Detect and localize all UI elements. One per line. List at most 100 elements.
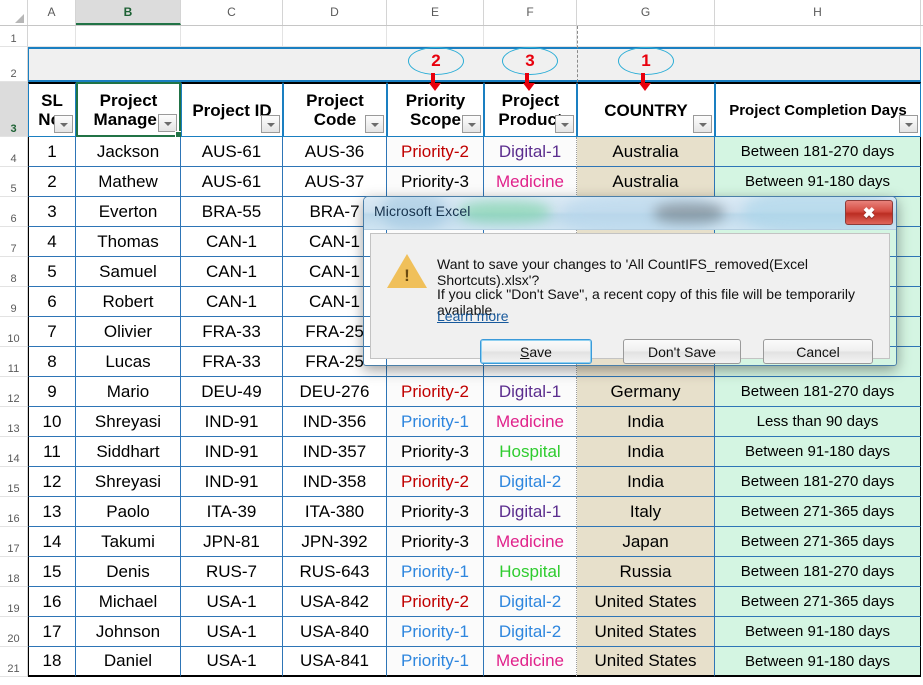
filter-dropdown-icon[interactable] — [899, 115, 918, 133]
table-cell-sl[interactable]: 3 — [28, 197, 76, 227]
table-cell-project-code[interactable]: RUS-643 — [283, 557, 387, 587]
empty-cell[interactable] — [283, 26, 387, 47]
table-cell-sl[interactable]: 6 — [28, 287, 76, 317]
table-cell-manager[interactable]: Thomas — [76, 227, 181, 257]
table-cell-project-id[interactable]: FRA-33 — [181, 347, 283, 377]
table-cell-manager[interactable]: Takumi — [76, 527, 181, 557]
table-cell-project-id[interactable]: ITA-39 — [181, 497, 283, 527]
row-header-7[interactable]: 7 — [0, 227, 28, 257]
table-cell-product[interactable]: Digital-1 — [484, 497, 577, 527]
table-cell-priority[interactable]: Priority-3 — [387, 497, 484, 527]
table-cell-priority[interactable]: Priority-3 — [387, 167, 484, 197]
table-cell-product[interactable]: Hospital — [484, 437, 577, 467]
table-cell-product[interactable]: Digital-1 — [484, 137, 577, 167]
table-cell-sl[interactable]: 13 — [28, 497, 76, 527]
empty-cell[interactable] — [28, 26, 76, 47]
dialog-title-bar[interactable]: Microsoft Excel ✖ — [364, 197, 896, 230]
table-cell-product[interactable]: Digital-2 — [484, 617, 577, 647]
empty-cell[interactable] — [181, 26, 283, 47]
table-cell-sl[interactable]: 2 — [28, 167, 76, 197]
table-cell-project-id[interactable]: JPN-81 — [181, 527, 283, 557]
table-cell-project-id[interactable]: RUS-7 — [181, 557, 283, 587]
column-header-c[interactable]: C — [181, 0, 283, 25]
table-cell-country[interactable]: Italy — [577, 497, 715, 527]
table-cell-project-code[interactable]: IND-358 — [283, 467, 387, 497]
table-cell-priority[interactable]: Priority-1 — [387, 407, 484, 437]
table-cell-manager[interactable]: Robert — [76, 287, 181, 317]
table-cell-project-code[interactable]: USA-842 — [283, 587, 387, 617]
table-cell-manager[interactable]: Olivier — [76, 317, 181, 347]
table-cell-sl[interactable]: 10 — [28, 407, 76, 437]
table-cell-country[interactable]: United States — [577, 587, 715, 617]
row-header-21[interactable]: 21 — [0, 647, 28, 677]
table-cell-sl[interactable]: 4 — [28, 227, 76, 257]
table-cell-manager[interactable]: Siddhart — [76, 437, 181, 467]
empty-cell[interactable] — [484, 26, 577, 47]
table-cell-manager[interactable]: Lucas — [76, 347, 181, 377]
table-cell-days[interactable]: Less than 90 days — [715, 407, 921, 437]
row-header-17[interactable]: 17 — [0, 527, 28, 557]
table-cell-manager[interactable]: Michael — [76, 587, 181, 617]
table-cell-sl[interactable]: 15 — [28, 557, 76, 587]
column-header-a[interactable]: A — [28, 0, 76, 25]
table-cell-product[interactable]: Hospital — [484, 557, 577, 587]
column-header-e[interactable]: E — [387, 0, 484, 25]
table-cell-country[interactable]: India — [577, 407, 715, 437]
row-header-5[interactable]: 5 — [0, 167, 28, 197]
empty-cell[interactable] — [387, 26, 484, 47]
table-cell-sl[interactable]: 1 — [28, 137, 76, 167]
column-header-g[interactable]: G — [577, 0, 715, 25]
table-cell-country[interactable]: United States — [577, 647, 715, 677]
dialog-button-cancel[interactable]: Cancel — [763, 339, 873, 364]
table-cell-project-code[interactable]: IND-356 — [283, 407, 387, 437]
empty-cell[interactable] — [76, 26, 181, 47]
filter-dropdown-icon[interactable] — [261, 115, 280, 133]
selected-row-band[interactable] — [28, 47, 921, 82]
filter-dropdown-icon[interactable] — [158, 114, 177, 132]
table-cell-product[interactable]: Medicine — [484, 647, 577, 677]
row-header-10[interactable]: 10 — [0, 317, 28, 347]
table-cell-priority[interactable]: Priority-3 — [387, 527, 484, 557]
table-cell-project-id[interactable]: IND-91 — [181, 407, 283, 437]
table-cell-sl[interactable]: 17 — [28, 617, 76, 647]
table-cell-manager[interactable]: Paolo — [76, 497, 181, 527]
column-header-h[interactable]: H — [715, 0, 921, 25]
table-cell-priority[interactable]: Priority-3 — [387, 437, 484, 467]
column-header-b[interactable]: B — [76, 0, 181, 25]
table-header-days[interactable]: Project Completion Days — [715, 82, 921, 137]
table-cell-sl[interactable]: 11 — [28, 437, 76, 467]
table-cell-manager[interactable]: Shreyasi — [76, 407, 181, 437]
table-cell-country[interactable]: India — [577, 437, 715, 467]
row-header-6[interactable]: 6 — [0, 197, 28, 227]
table-cell-days[interactable]: Between 91-180 days — [715, 167, 921, 197]
empty-cell[interactable] — [715, 26, 921, 47]
filter-dropdown-icon[interactable] — [693, 115, 712, 133]
table-cell-project-code[interactable]: USA-840 — [283, 617, 387, 647]
table-cell-country[interactable]: Australia — [577, 167, 715, 197]
table-cell-project-id[interactable]: FRA-33 — [181, 317, 283, 347]
table-cell-country[interactable]: United States — [577, 617, 715, 647]
table-cell-project-code[interactable]: JPN-392 — [283, 527, 387, 557]
row-header-9[interactable]: 9 — [0, 287, 28, 317]
table-cell-country[interactable]: India — [577, 467, 715, 497]
table-cell-days[interactable]: Between 271-365 days — [715, 587, 921, 617]
table-cell-product[interactable]: Digital-2 — [484, 587, 577, 617]
row-header-11[interactable]: 11 — [0, 347, 28, 377]
table-cell-days[interactable]: Between 181-270 days — [715, 467, 921, 497]
table-cell-sl[interactable]: 18 — [28, 647, 76, 677]
table-cell-days[interactable]: Between 271-365 days — [715, 497, 921, 527]
column-header-d[interactable]: D — [283, 0, 387, 25]
dialog-button-don-t-save[interactable]: Don't Save — [623, 339, 741, 364]
table-cell-days[interactable]: Between 181-270 days — [715, 137, 921, 167]
row-header-13[interactable]: 13 — [0, 407, 28, 437]
table-cell-project-id[interactable]: USA-1 — [181, 617, 283, 647]
table-cell-project-id[interactable]: AUS-61 — [181, 167, 283, 197]
row-header-16[interactable]: 16 — [0, 497, 28, 527]
table-cell-sl[interactable]: 5 — [28, 257, 76, 287]
table-cell-manager[interactable]: Jackson — [76, 137, 181, 167]
table-cell-project-code[interactable]: ITA-380 — [283, 497, 387, 527]
table-cell-days[interactable]: Between 181-270 days — [715, 377, 921, 407]
table-cell-product[interactable]: Digital-2 — [484, 467, 577, 497]
dialog-button-save[interactable]: Save — [480, 339, 592, 364]
table-cell-priority[interactable]: Priority-2 — [387, 377, 484, 407]
